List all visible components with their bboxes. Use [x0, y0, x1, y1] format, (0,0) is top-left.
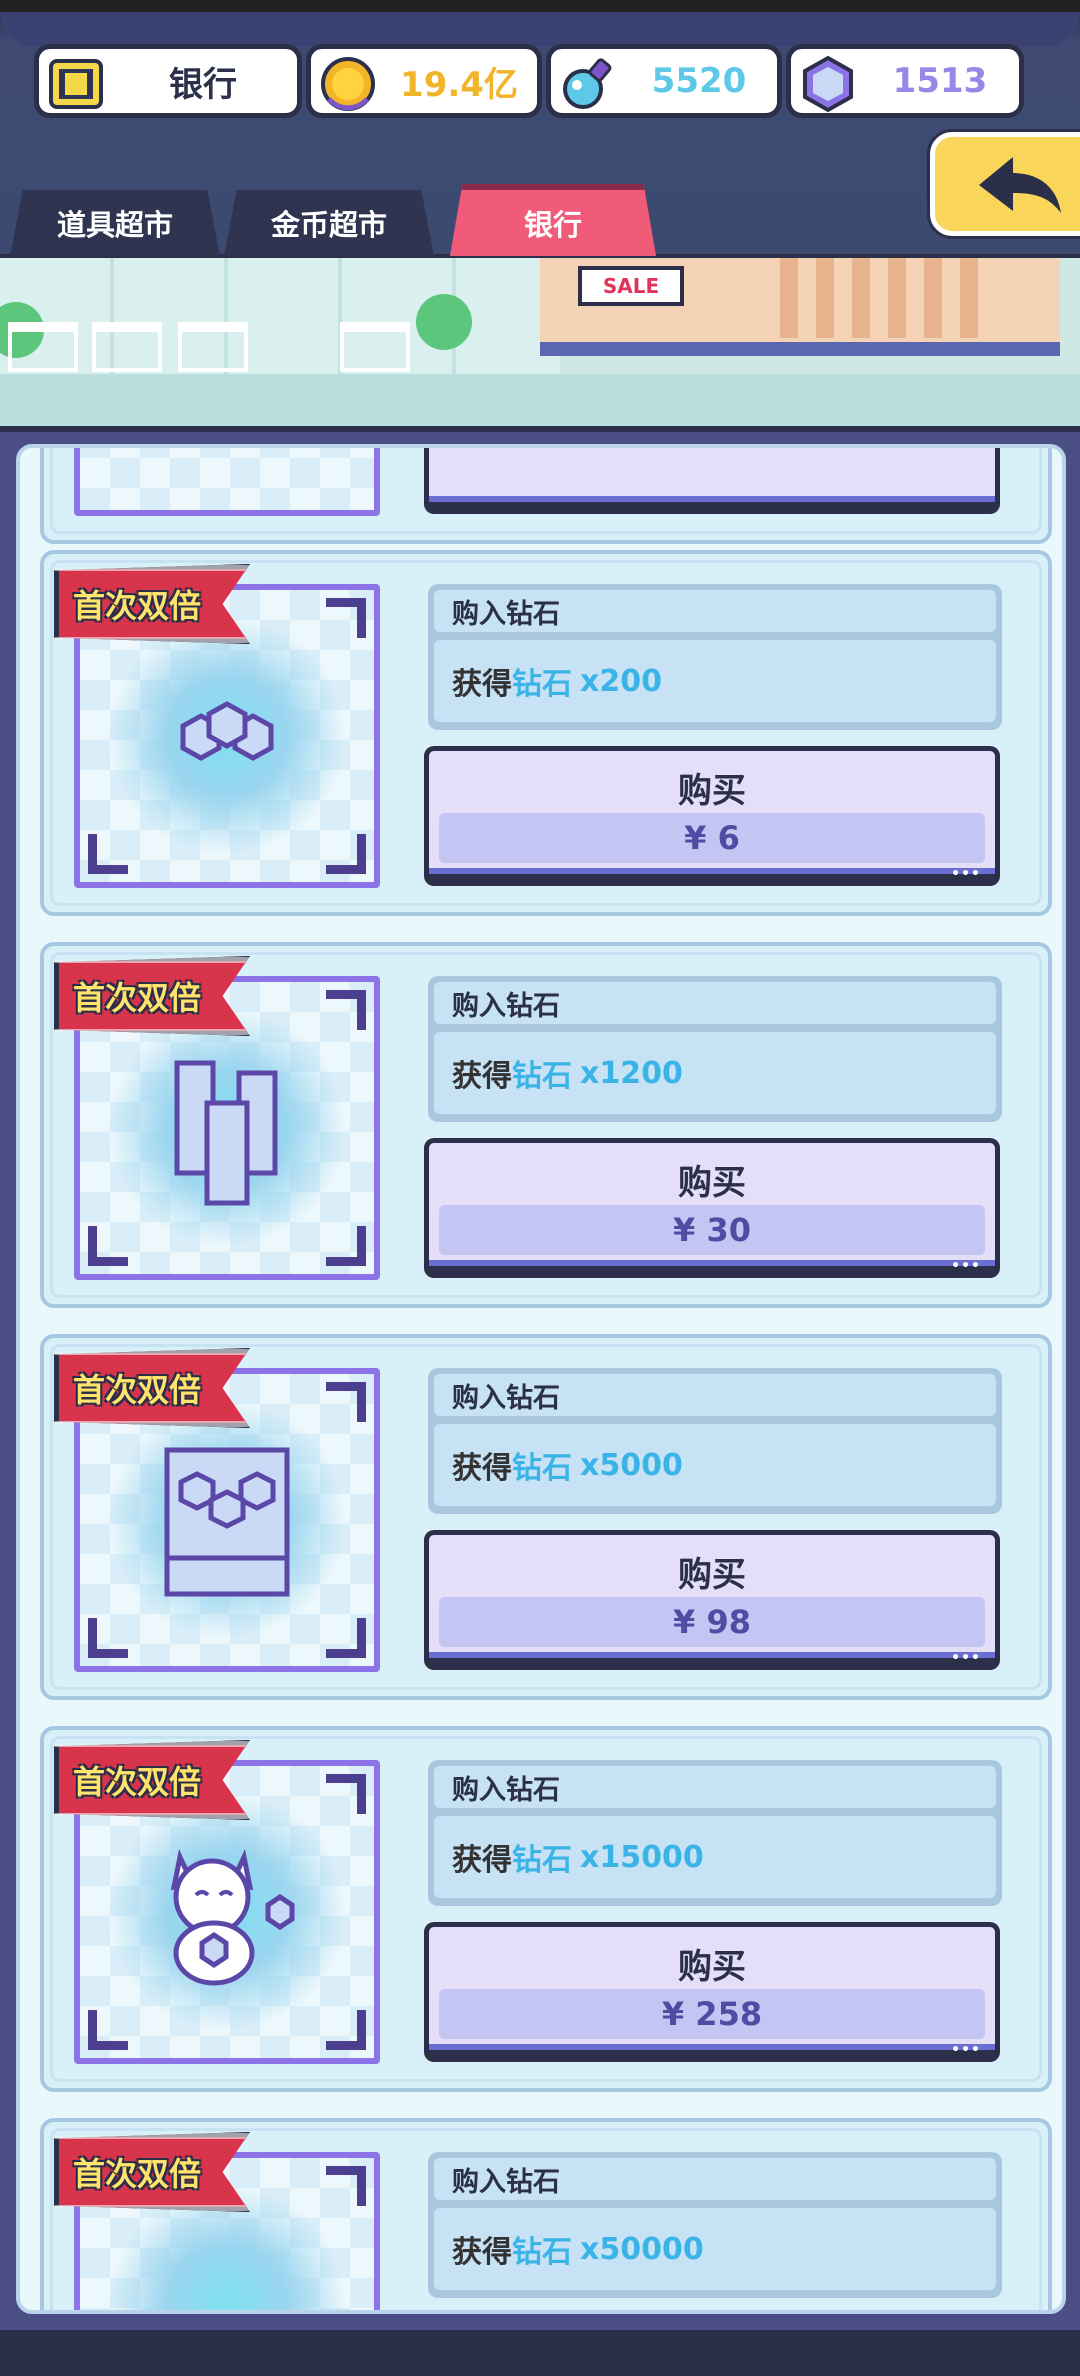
store-floor	[0, 374, 1080, 426]
bank-card-icon	[49, 59, 103, 109]
bush-decoration	[416, 294, 472, 350]
pack-info: 购入钻石 获得 钻石 x50000	[428, 2152, 1002, 2298]
pack-reward: 获得 钻石 x15000	[434, 1816, 996, 1898]
buy-button[interactable]: 购买 ¥ 98 •••	[424, 1530, 1000, 1670]
pack-info: 购入钻石 获得 钻石 x5000	[428, 1368, 1002, 1514]
gold-value: 19.4亿	[400, 64, 518, 105]
first-double-ribbon: 首次双倍	[54, 956, 250, 1036]
pack-title: 购入钻石	[434, 1374, 996, 1416]
pack-card-3: 首次双倍 购入钻石 获得 钻石 x5000 购买 ¥ 98 •••	[40, 1334, 1052, 1700]
gem-crate-icon	[164, 1447, 290, 1597]
gem-resource[interactable]: 1513	[786, 44, 1024, 118]
bottom-bar	[0, 2330, 1080, 2376]
first-double-ribbon: 首次双倍	[54, 1740, 250, 1820]
pack-title: 购入钻石	[434, 2158, 996, 2200]
first-double-ribbon: 首次双倍	[54, 1348, 250, 1428]
buy-button[interactable]: 购买 ¥ 258 •••	[424, 1922, 1000, 2062]
pack-info: 购入钻石 获得 钻石 x200	[428, 584, 1002, 730]
pack-card-1: 首次双倍 购入钻石 获得 钻石 x200 购买 ¥ 6 •••	[40, 550, 1052, 916]
store-window	[0, 258, 560, 378]
potion-value: 5520	[651, 61, 747, 101]
cart-decoration	[92, 322, 162, 372]
pack-title: 购入钻石	[434, 1766, 996, 1808]
buy-label: 购买	[678, 1947, 746, 1987]
buy-button[interactable]: 购买 ¥ 30 •••	[424, 1138, 1000, 1278]
buy-label: 购买	[678, 1163, 746, 1203]
gold-coin-icon	[321, 57, 375, 111]
gem-icon	[803, 55, 853, 113]
first-double-ribbon: 首次双倍	[54, 564, 250, 644]
buy-button[interactable]: 购买 ¥ 6 •••	[424, 746, 1000, 886]
pack-reward: 获得 钻石 x1200	[434, 1032, 996, 1114]
sale-sign: SALE	[578, 266, 684, 306]
pack-card-2: 首次双倍 购入钻石 获得 钻石 x1200 购买 ¥ 30 •••	[40, 942, 1052, 1308]
lucky-cat-icon	[170, 1848, 295, 1986]
cart-decoration	[8, 322, 78, 372]
buy-label: 购买	[678, 1555, 746, 1595]
gold-resource[interactable]: 19.4亿	[306, 44, 542, 118]
pack-info: 购入钻石 获得 钻石 x1200	[428, 976, 1002, 1122]
pack-reward: 获得 钻石 x50000	[434, 2208, 996, 2290]
bank-label: 银行	[169, 64, 237, 105]
bank-resource[interactable]: 银行	[34, 44, 302, 118]
tab-bank[interactable]: 银行	[450, 184, 656, 256]
tab-item-market[interactable]: 道具超市	[10, 190, 220, 256]
pack-reward: 获得 钻石 x200	[434, 640, 996, 722]
price-label: ¥ 6	[439, 813, 985, 863]
pack-title: 购入钻石	[434, 982, 996, 1024]
gem-value: 1513	[892, 61, 988, 101]
price-label: ¥ 98	[439, 1597, 985, 1647]
buy-label: 购买	[678, 771, 746, 811]
cart-decoration	[340, 322, 410, 372]
diamond-pack-list[interactable]: 首次双倍 购入钻石 获得 钻石 x200 购买 ¥ 6 ••• 首次双倍 购入钻…	[16, 444, 1066, 2314]
pack-info: 购入钻石 获得 钻石 x15000	[428, 1760, 1002, 1906]
pack-reward: 获得 钻石 x5000	[434, 1424, 996, 1506]
gem-stack-icon	[174, 1060, 278, 1206]
back-button[interactable]	[930, 132, 1080, 236]
first-double-ribbon: 首次双倍	[54, 2132, 250, 2212]
price-label: ¥ 30	[439, 1205, 985, 1255]
store-banner: SALE	[0, 254, 1080, 432]
pack-title: 购入钻石	[434, 590, 996, 632]
tab-gold-market[interactable]: 金币超市	[224, 190, 434, 256]
pack-card-4: 首次双倍 购入钻石 获得 钻石 x15000 购买 ¥ 258 •••	[40, 1726, 1052, 2092]
gem-cluster-icon	[180, 701, 274, 761]
potion-icon	[563, 58, 612, 109]
price-label: ¥ 258	[439, 1989, 985, 2039]
partial-card	[40, 448, 1052, 544]
pack-card-5: 首次双倍 购入钻石 获得 钻石 x50000	[40, 2118, 1052, 2310]
cart-decoration	[178, 322, 248, 372]
back-arrow-icon	[979, 157, 1061, 213]
potion-resource[interactable]: 5520	[546, 44, 782, 118]
